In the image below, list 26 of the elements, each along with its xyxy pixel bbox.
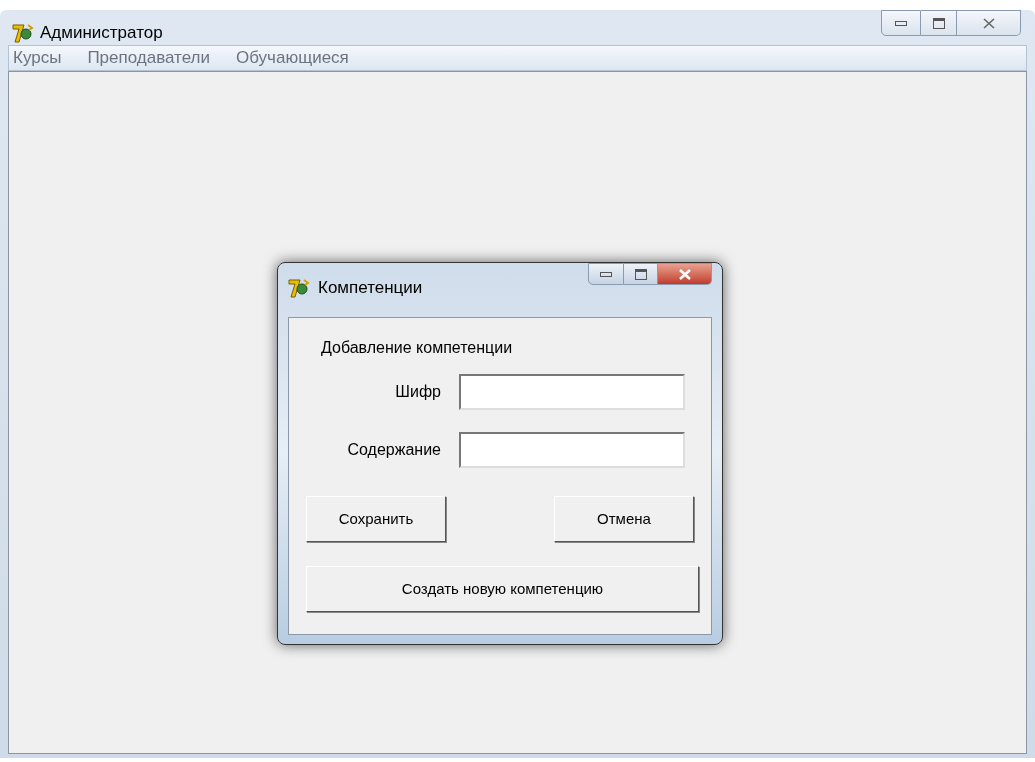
close-icon [981,17,996,29]
menu-item[interactable]: Преподаватели [87,45,210,71]
maximize-button[interactable] [624,263,658,285]
minimize-icon [895,20,907,26]
minimize-button[interactable] [881,10,921,36]
menu-item[interactable]: Курсы [13,45,62,71]
maximize-icon [634,268,647,280]
create-button[interactable]: Создать новую компетенцию [306,566,699,612]
menu-item[interactable]: Обучающиеся [236,45,349,71]
field-label: Шифр [394,382,441,402]
close-button[interactable] [658,263,712,285]
close-icon [677,268,692,280]
dialog-button[interactable]: Сохранить [306,496,446,542]
text-field[interactable] [459,432,685,468]
maximize-icon [932,17,945,29]
dialog-title: Компетенции [318,277,423,299]
app-icon [12,22,34,43]
window-title: Администратор [40,22,163,44]
dialog-button[interactable]: Отмена [554,496,694,542]
text-field[interactable] [459,374,685,410]
minimize-button[interactable] [588,263,624,285]
form-heading: Добавление компетенции [321,338,514,358]
maximize-button[interactable] [921,10,957,36]
app-icon [288,277,310,298]
field-label: Содержание [346,440,441,460]
minimize-icon [600,271,612,277]
